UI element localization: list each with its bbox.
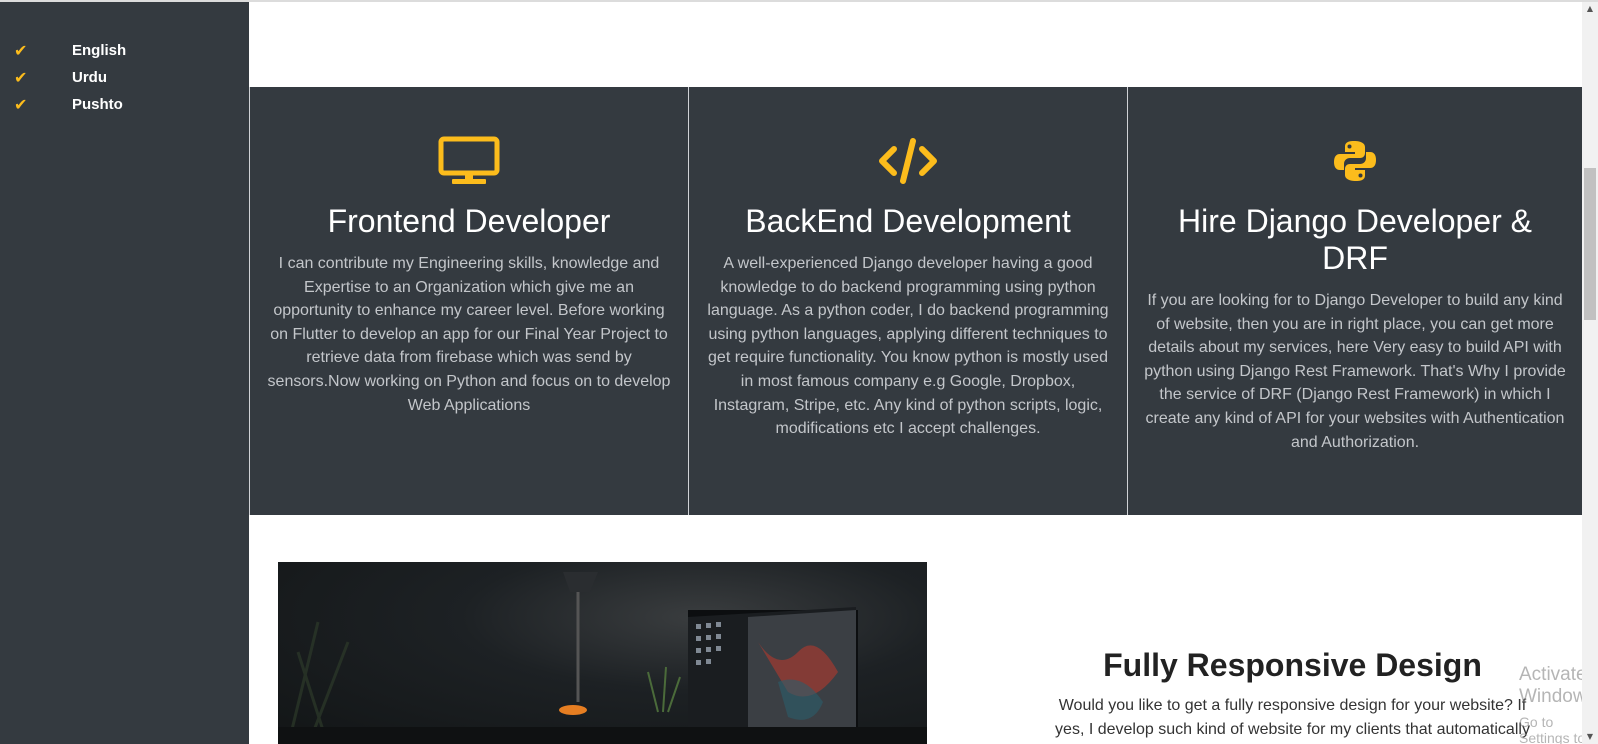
feature-description: Would you like to get a fully responsive…: [1055, 697, 1530, 738]
watermark-title: Activate Windows: [1519, 664, 1582, 707]
service-title: BackEnd Development: [745, 203, 1071, 239]
python-icon: [1128, 133, 1582, 189]
feature-title: Fully Responsive Design: [1103, 647, 1482, 683]
list-item: ✔ Pushto: [14, 91, 126, 118]
language-label: English: [72, 42, 127, 59]
scroll-up-arrow-icon[interactable]: ▲: [1582, 2, 1598, 16]
service-card-django: Hire Django Developer & DRF If you are l…: [1127, 87, 1582, 515]
list-item: ✔ Urdu: [14, 64, 126, 91]
service-description: If you are looking for to Django Develop…: [1144, 292, 1566, 451]
check-icon: ✔: [14, 95, 28, 114]
services-section: Frontend Developer I can contribute my E…: [249, 87, 1582, 515]
service-title: Hire Django Developer & DRF: [1178, 203, 1532, 276]
language-list: ✔ English ✔ Urdu ✔ Pushto: [14, 37, 126, 118]
service-description: A well-experienced Django developer havi…: [707, 255, 1109, 438]
sidebar: ✔ English ✔ Urdu ✔ Pushto: [0, 2, 249, 744]
workspace-image: [278, 562, 927, 744]
activate-windows-watermark: Activate Windows Go to Settings to activ…: [1519, 664, 1582, 744]
scroll-down-arrow-icon[interactable]: ▼: [1582, 730, 1598, 744]
service-card-frontend: Frontend Developer I can contribute my E…: [249, 87, 688, 515]
language-label: Pushto: [72, 96, 123, 113]
check-icon: ✔: [14, 41, 28, 60]
service-title: Frontend Developer: [327, 203, 611, 239]
service-card-backend: BackEnd Development A well-experienced D…: [688, 87, 1127, 515]
language-label: Urdu: [72, 69, 107, 86]
list-item: ✔ English: [14, 37, 126, 64]
service-description: I can contribute my Engineering skills, …: [267, 255, 671, 414]
vertical-scrollbar[interactable]: ▲ ▼: [1582, 2, 1598, 744]
main-content: Frontend Developer I can contribute my E…: [249, 2, 1582, 744]
scrollbar-thumb[interactable]: [1584, 168, 1596, 320]
watermark-subtitle: Go to Settings to activate Windows.: [1519, 714, 1582, 744]
monitor-icon: [250, 133, 688, 189]
check-icon: ✔: [14, 68, 28, 87]
code-icon: [689, 133, 1127, 189]
